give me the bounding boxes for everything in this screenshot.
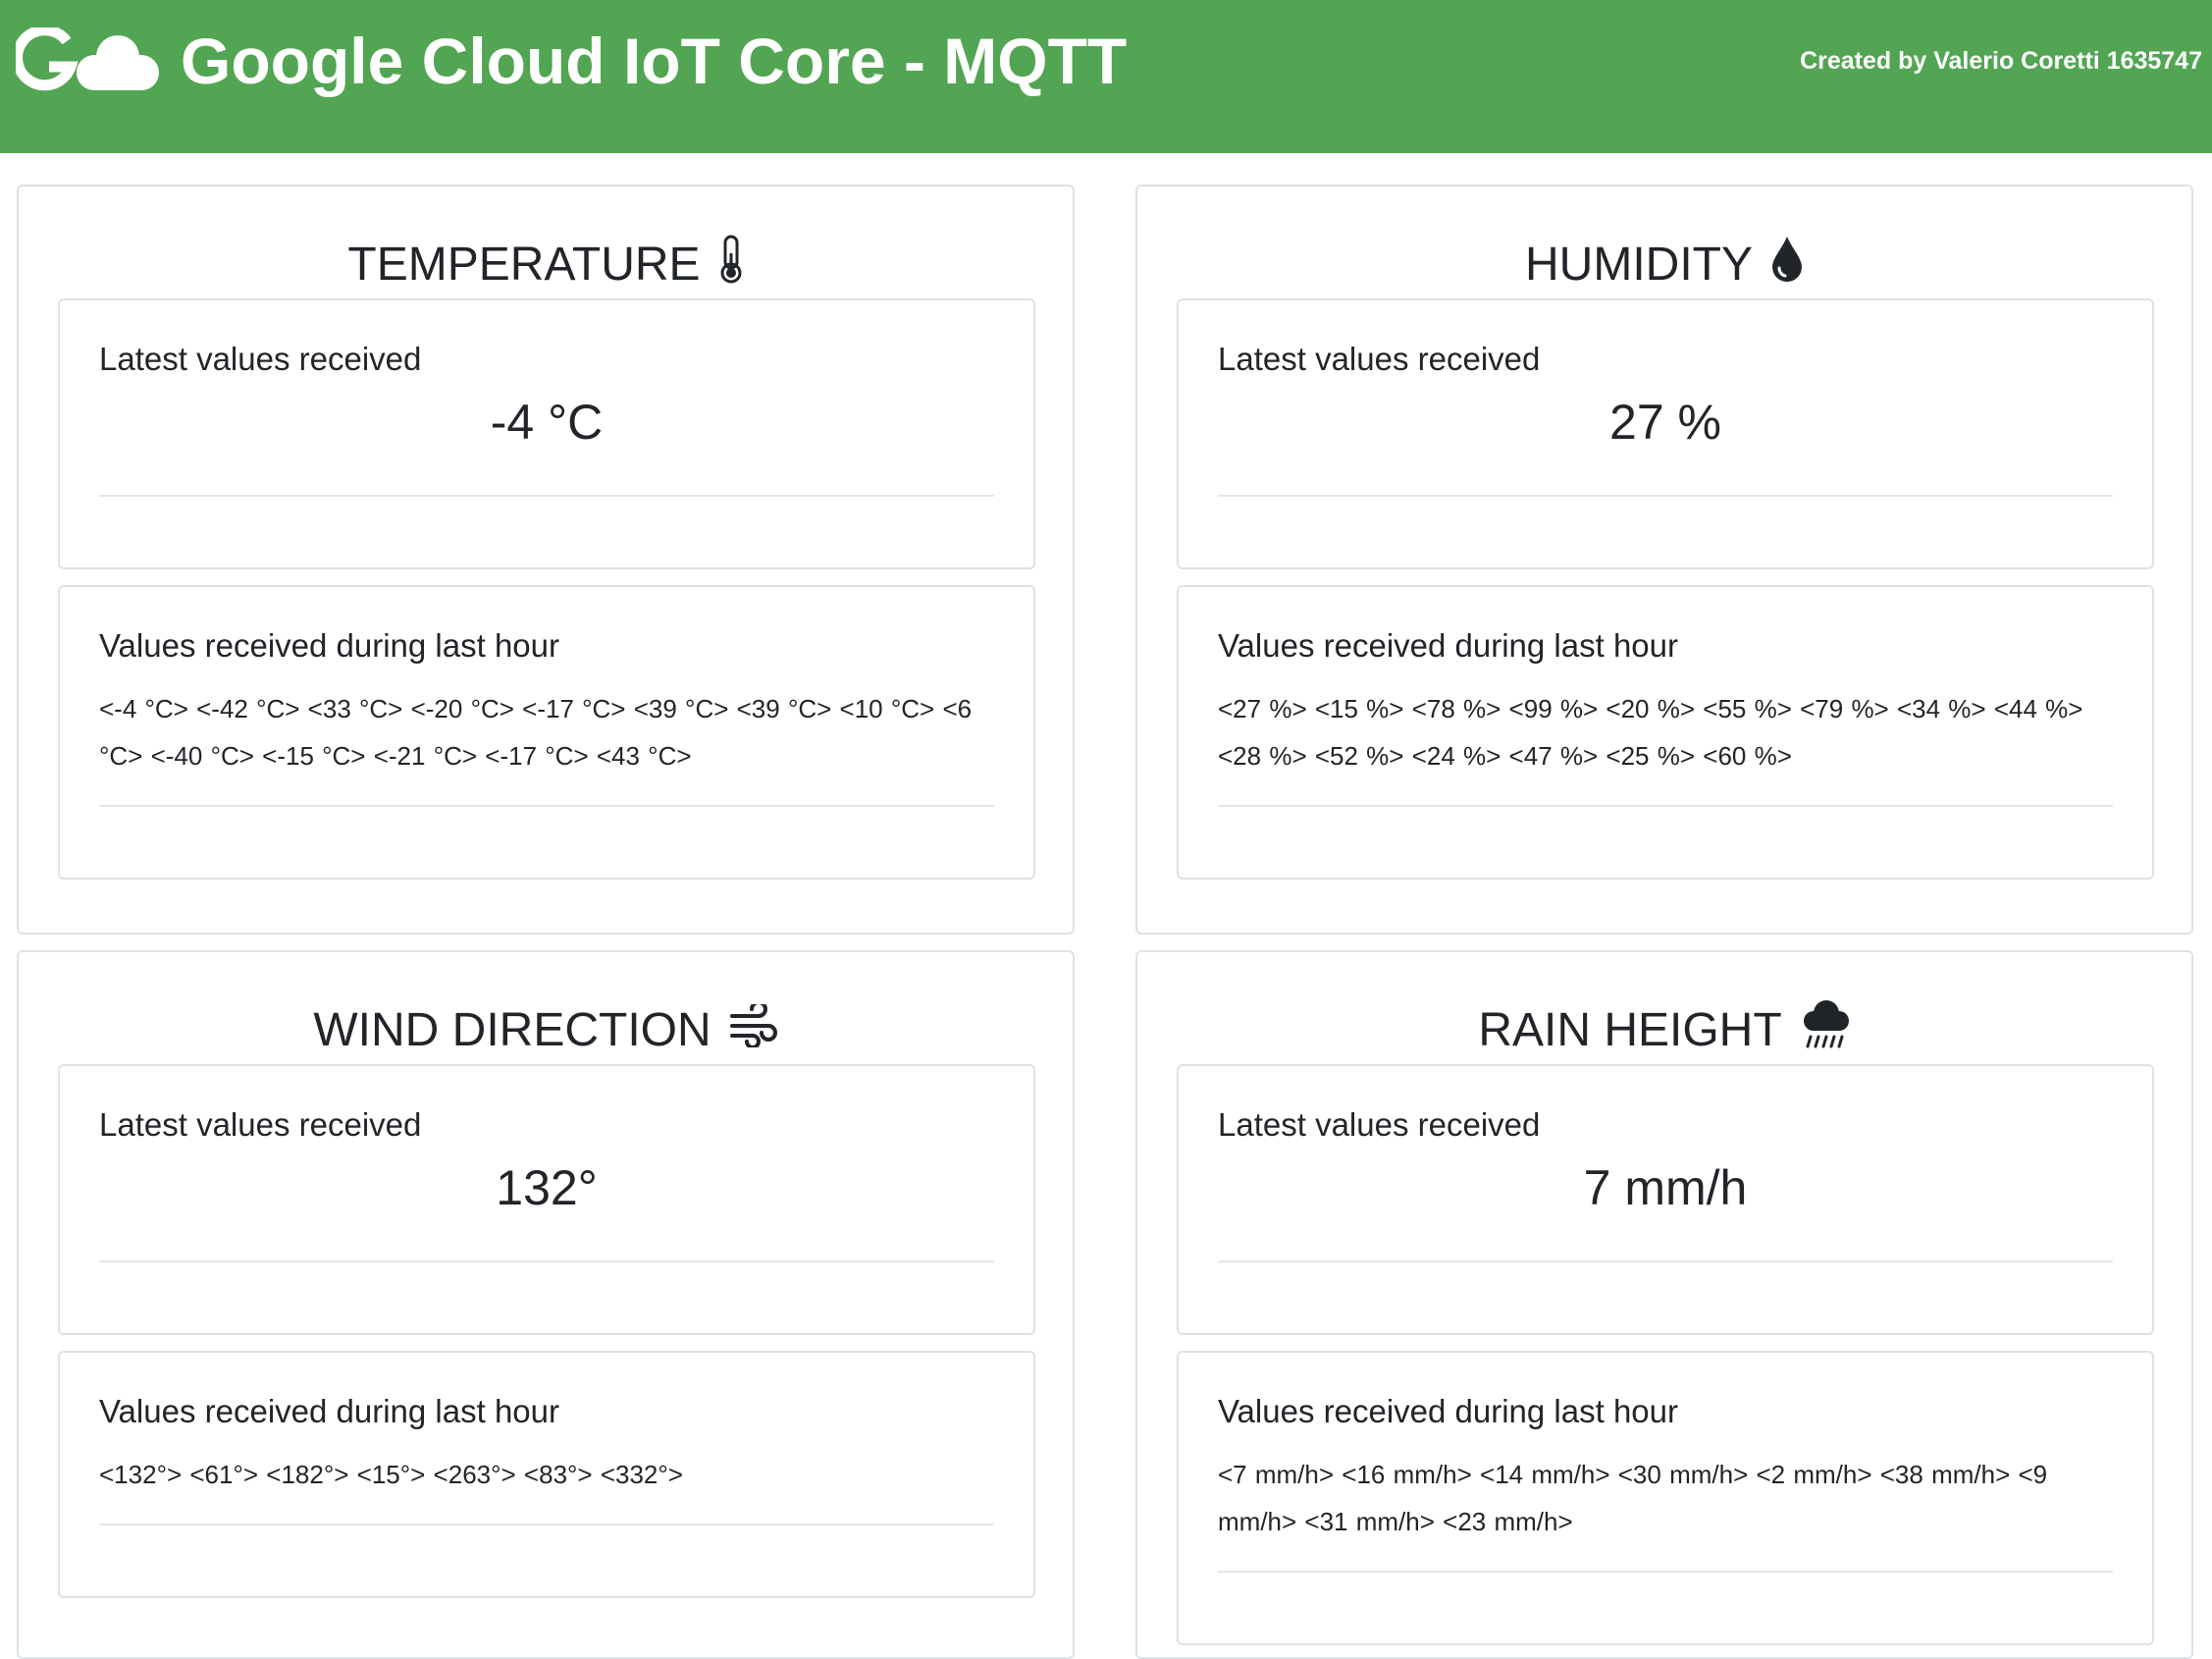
wind-icon bbox=[729, 1000, 778, 1064]
rain-height-title: RAIN HEIGHT bbox=[1137, 999, 2191, 1067]
wind-direction-history-label: Values received during last hour bbox=[99, 1393, 559, 1429]
divider bbox=[99, 1524, 994, 1525]
wind-direction-latest-label: Latest values received bbox=[99, 1106, 422, 1143]
temperature-latest-label: Latest values received bbox=[99, 341, 422, 377]
humidity-title-label: HUMIDITY bbox=[1525, 239, 1753, 291]
humidity-latest-card: Latest values received 27 % bbox=[1177, 298, 2154, 569]
temperature-title-label: TEMPERATURE bbox=[347, 239, 701, 292]
header-bar: Google Cloud IoT Core - MQTT Created by … bbox=[0, 0, 2212, 153]
rain-height-latest-label: Latest values received bbox=[1218, 1106, 1541, 1143]
rain-height-title-label: RAIN HEIGHT bbox=[1478, 1004, 1782, 1057]
divider bbox=[1218, 805, 2113, 807]
temperature-history-label: Values received during last hour bbox=[99, 627, 559, 664]
rain-height-latest-card: Latest values received 7 mm/h bbox=[1177, 1064, 2154, 1335]
temperature-history-card: Values received during last hour <-4 °C>… bbox=[58, 585, 1035, 880]
temperature-history-list: <-4 °C> <-42 °C> <33 °C> <-20 °C> <-17 °… bbox=[99, 694, 973, 771]
humidity-latest-label: Latest values received bbox=[1218, 341, 1541, 377]
wind-direction-latest-card: Latest values received 132° bbox=[58, 1064, 1035, 1335]
humidity-history-label: Values received during last hour bbox=[1218, 627, 1678, 664]
rain-height-history-list: <7 mm/h> <16 mm/h> <14 mm/h> <30 mm/h> <… bbox=[1218, 1460, 2048, 1536]
humidity-history-card: Values received during last hour <27 %> … bbox=[1177, 585, 2154, 880]
humidity-history-list: <27 %> <15 %> <78 %> <99 %> <20 %> <55 %… bbox=[1218, 694, 2083, 771]
wind-direction-title: WIND DIRECTION bbox=[19, 999, 1073, 1064]
divider bbox=[1218, 1260, 2113, 1262]
divider bbox=[1218, 495, 2113, 497]
rain-height-panel: RAIN HEIGHT Latest values received 7 mm/… bbox=[1135, 950, 2193, 1659]
google-cloud-logo-icon bbox=[16, 27, 159, 91]
wind-direction-title-label: WIND DIRECTION bbox=[313, 1004, 711, 1056]
rain-height-history-label: Values received during last hour bbox=[1218, 1393, 1678, 1429]
water-drop-icon bbox=[1770, 235, 1804, 300]
rain-height-latest-value: 7 mm/h bbox=[1583, 1160, 1748, 1215]
temperature-latest-value: -4 °C bbox=[490, 395, 604, 450]
divider bbox=[99, 1260, 994, 1262]
author-credit: Created by Valerio Coretti 1635747 bbox=[1800, 47, 2202, 75]
wind-direction-history-card: Values received during last hour <132°> … bbox=[58, 1351, 1035, 1598]
wind-direction-panel: WIND DIRECTION Latest values received 13… bbox=[17, 950, 1075, 1659]
temperature-panel: TEMPERATURE Latest values received -4 °C… bbox=[17, 185, 1075, 935]
divider bbox=[99, 495, 994, 497]
humidity-panel: HUMIDITY Latest values received 27 % Val… bbox=[1135, 185, 2193, 935]
divider bbox=[99, 805, 994, 807]
humidity-title: HUMIDITY bbox=[1137, 234, 2191, 300]
temperature-title: TEMPERATURE bbox=[19, 234, 1073, 301]
wind-direction-history-list: <132°> <61°> <182°> <15°> <263°> <83°> <… bbox=[99, 1460, 683, 1489]
app-title[interactable]: Google Cloud IoT Core - MQTT bbox=[181, 22, 1127, 100]
humidity-latest-value: 27 % bbox=[1609, 395, 1721, 450]
divider bbox=[1218, 1571, 2113, 1573]
thermometer-icon bbox=[718, 234, 744, 301]
rain-height-history-card: Values received during last hour <7 mm/h… bbox=[1177, 1351, 2154, 1645]
wind-direction-latest-value: 132° bbox=[496, 1160, 598, 1215]
temperature-latest-card: Latest values received -4 °C bbox=[58, 298, 1035, 569]
cloud-rain-icon bbox=[1800, 999, 1851, 1067]
